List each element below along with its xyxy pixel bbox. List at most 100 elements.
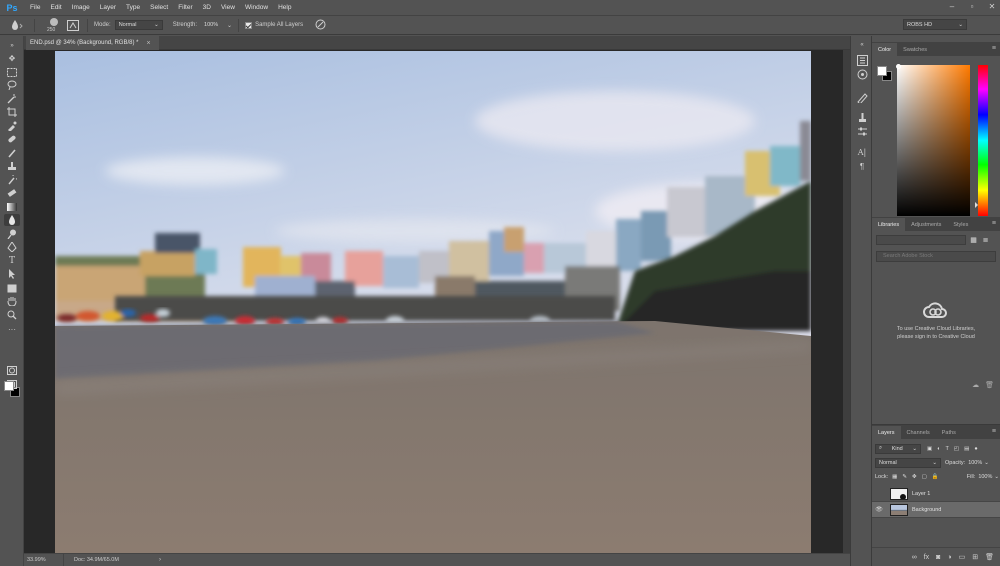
adjustment-layer-icon[interactable]: ◑	[947, 554, 951, 561]
fill-value[interactable]: 100%	[978, 474, 992, 480]
eraser-tool-icon[interactable]	[4, 187, 20, 199]
foreground-color-chip[interactable]	[877, 66, 887, 76]
brush-panel-icon[interactable]	[67, 19, 81, 31]
tab-channels[interactable]: Channels	[901, 426, 936, 439]
layer-style-icon[interactable]: fx	[924, 554, 929, 561]
canvas-scrollbar[interactable]	[843, 50, 850, 553]
library-select[interactable]	[876, 235, 966, 245]
filter-toggle-icon[interactable]: ●	[974, 446, 977, 452]
chevron-down-icon[interactable]: ⌄	[984, 460, 989, 466]
list-view-icon[interactable]: ≣	[981, 235, 990, 245]
pen-tool-icon[interactable]	[4, 241, 20, 253]
mode-select[interactable]: Normal ⌄	[114, 20, 163, 30]
move-tool-icon[interactable]: ✥	[4, 52, 20, 64]
strength-input[interactable]: 100%	[201, 20, 227, 30]
link-layers-icon[interactable]: ∞	[912, 554, 917, 561]
close-tab-icon[interactable]: ×	[146, 40, 150, 47]
blur-tool-preset-icon[interactable]	[10, 18, 28, 32]
tab-color[interactable]: Color	[872, 43, 898, 56]
sample-all-layers-checkbox[interactable]	[245, 21, 253, 29]
healing-brush-tool-icon[interactable]	[4, 133, 20, 145]
clone-stamp-tool-icon[interactable]	[4, 160, 20, 172]
lock-transparent-icon[interactable]: ▦	[892, 474, 897, 480]
panel-menu-icon[interactable]: ≡	[992, 428, 996, 435]
layer-row[interactable]: Layer 1	[872, 486, 1000, 502]
new-group-icon[interactable]: ▭	[959, 553, 966, 561]
grid-view-icon[interactable]: ▦	[969, 235, 978, 245]
quick-mask-icon[interactable]	[4, 364, 20, 376]
layer-kind-filter[interactable]: ⌕ Kind ⌄	[875, 443, 921, 454]
gradient-tool-icon[interactable]	[4, 201, 20, 213]
lock-position-icon[interactable]: ✥	[912, 474, 917, 480]
type-filter-icon[interactable]: T	[946, 446, 949, 452]
brush-preset-picker[interactable]: 250	[45, 17, 63, 33]
maximize-icon[interactable]: ▫	[966, 2, 978, 11]
magic-wand-tool-icon[interactable]	[4, 93, 20, 105]
brush-settings-icon[interactable]	[855, 91, 869, 103]
panel-menu-icon[interactable]: ≡	[992, 220, 996, 227]
adjust-sliders-icon[interactable]	[855, 125, 869, 137]
clone-source-icon[interactable]	[855, 111, 869, 123]
lock-all-icon[interactable]: 🔒	[932, 474, 939, 480]
hue-slider-handle[interactable]	[975, 202, 978, 208]
properties-panel-icon[interactable]	[855, 68, 869, 80]
menu-layer[interactable]: Layer	[95, 4, 121, 11]
eyedropper-tool-icon[interactable]	[4, 120, 20, 132]
menu-file[interactable]: File	[25, 4, 45, 11]
color-field[interactable]	[897, 65, 970, 216]
minimize-icon[interactable]: –	[946, 2, 958, 11]
status-menu-arrow-icon[interactable]: ›	[159, 557, 161, 563]
menu-3d[interactable]: 3D	[198, 4, 216, 11]
trash-icon[interactable]: 🗑	[985, 381, 994, 389]
workspace-select[interactable]: ROBS HD ⌄	[903, 19, 967, 30]
eye-icon[interactable]: 👁	[872, 506, 886, 513]
pixel-filter-icon[interactable]: ▣	[927, 446, 932, 452]
character-panel-icon[interactable]: A|	[855, 146, 869, 158]
brush-tool-icon[interactable]	[4, 147, 20, 159]
document-image[interactable]	[55, 51, 811, 553]
foreground-color[interactable]	[4, 381, 14, 391]
menu-view[interactable]: View	[216, 4, 240, 11]
opacity-value[interactable]: 100%	[968, 460, 982, 466]
chevron-down-icon[interactable]: ⌄	[994, 474, 999, 480]
type-tool-icon[interactable]: T	[4, 255, 20, 267]
adjustment-filter-icon[interactable]: ◐	[937, 446, 940, 452]
smart-object-filter-icon[interactable]: ▤	[964, 446, 969, 452]
dodge-tool-icon[interactable]	[4, 228, 20, 240]
color-picker-marker[interactable]	[896, 64, 901, 69]
lock-artboard-icon[interactable]: ▢	[922, 474, 927, 480]
menu-image[interactable]: Image	[67, 4, 95, 11]
blur-tool-icon[interactable]	[4, 214, 20, 226]
path-selection-tool-icon[interactable]	[4, 268, 20, 280]
history-panel-icon[interactable]	[855, 54, 869, 66]
pressure-strength-icon[interactable]	[315, 19, 327, 31]
tab-styles[interactable]: Styles	[947, 218, 974, 231]
tab-layers[interactable]: Layers	[872, 426, 901, 439]
menu-help[interactable]: Help	[273, 4, 296, 11]
menu-edit[interactable]: Edit	[45, 4, 66, 11]
layer-mask-icon[interactable]: ◙	[936, 554, 940, 561]
menu-window[interactable]: Window	[240, 4, 273, 11]
layer-name[interactable]: Background	[912, 507, 941, 513]
canvas-area[interactable]	[24, 50, 850, 553]
new-layer-icon[interactable]: ⊞	[972, 553, 978, 561]
shape-filter-icon[interactable]: ◰	[954, 446, 959, 452]
crop-tool-icon[interactable]	[4, 106, 20, 118]
hand-tool-icon[interactable]	[4, 295, 20, 307]
tab-adjustments[interactable]: Adjustments	[905, 218, 947, 231]
lasso-tool-icon[interactable]	[4, 79, 20, 91]
hue-slider[interactable]	[978, 65, 988, 216]
blend-mode-select[interactable]: Normal ⌄	[875, 457, 941, 468]
delete-layer-icon[interactable]: 🗑	[985, 553, 994, 561]
tab-libraries[interactable]: Libraries	[872, 218, 906, 231]
toolbar-collapse-icon[interactable]: »	[4, 40, 20, 52]
document-tab[interactable]: END.psd @ 34% (Background, RGB/8) * ×	[26, 36, 159, 50]
menu-select[interactable]: Select	[145, 4, 173, 11]
cloud-sync-icon[interactable]: ☁	[972, 381, 979, 389]
more-tools-icon[interactable]: ···	[4, 323, 20, 335]
history-brush-tool-icon[interactable]	[4, 174, 20, 186]
rectangle-tool-icon[interactable]	[4, 282, 20, 294]
layer-name[interactable]: Layer 1	[912, 491, 930, 497]
zoom-tool-icon[interactable]	[4, 309, 20, 321]
layer-row[interactable]: 👁 Background	[872, 502, 1000, 518]
